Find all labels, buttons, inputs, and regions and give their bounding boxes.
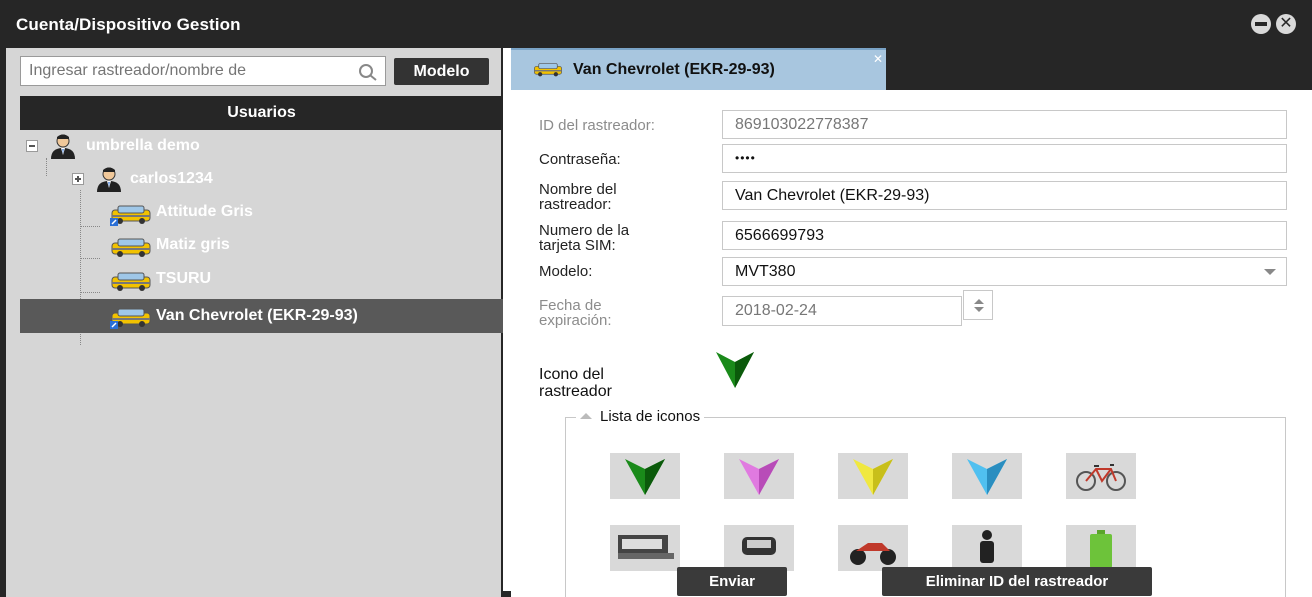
minimize-icon[interactable]	[1251, 14, 1271, 34]
green-arrow-icon[interactable]	[610, 453, 680, 499]
icon-list-legend[interactable]: Lista de iconos	[576, 408, 705, 426]
van-icon	[111, 272, 151, 291]
label-line: Icono del	[539, 366, 604, 383]
tree-item-van-chevrolet[interactable]: Van Chevrolet (EKR-29-93)	[20, 299, 503, 333]
blue-arrow-icon[interactable]	[952, 453, 1022, 499]
tab-van-chevrolet[interactable]: Van Chevrolet (EKR-29-93) ✕	[511, 48, 886, 90]
model-label: Modelo:	[539, 263, 593, 280]
close-tab-icon[interactable]: ✕	[873, 52, 883, 66]
chevron-down-icon[interactable]	[974, 307, 984, 312]
device-form: ID del rastreador: 869103022778387 Contr…	[511, 90, 1312, 597]
van-icon	[534, 63, 562, 77]
model-selected-value: MVT380	[735, 263, 796, 280]
legend-label: Lista de iconos	[600, 408, 701, 425]
tracker-id-field: 869103022778387	[722, 110, 1287, 139]
label-line: rastreador	[539, 383, 612, 400]
password-field[interactable]: ••••	[722, 144, 1287, 173]
user-icon	[97, 167, 121, 192]
model-select[interactable]: MVT380	[722, 257, 1287, 286]
collapse-icon	[580, 413, 592, 419]
pink-arrow-icon[interactable]	[724, 453, 794, 499]
motorcycle-icon[interactable]	[838, 525, 908, 571]
device-details-panel: Van Chevrolet (EKR-29-93) ✕ ID del rastr…	[511, 48, 1312, 597]
tree-item-umbrella-demo[interactable]: umbrella demo	[20, 130, 503, 162]
person-icon[interactable]	[952, 525, 1022, 571]
bicycle-icon	[1076, 464, 1126, 491]
tree-item-label: Attitude Gris	[156, 203, 253, 220]
car-icon	[742, 537, 776, 555]
window-title: Cuenta/Dispositivo Gestion	[16, 15, 241, 34]
motorcycle-icon	[850, 543, 896, 565]
tree-item-attitude-gris[interactable]: Attitude Gris	[20, 196, 503, 228]
tab-strip: Van Chevrolet (EKR-29-93) ✕	[511, 48, 1312, 90]
battery-icon[interactable]	[1066, 525, 1136, 571]
sim-number-field[interactable]: 6566699793	[722, 221, 1287, 250]
label-line: expiración:	[539, 312, 612, 329]
delete-tracker-button[interactable]: Eliminar ID del rastreador	[882, 567, 1152, 596]
expand-icon[interactable]	[72, 173, 84, 185]
account-device-window: Cuenta/Dispositivo Gestion ✕ Modelo Usua…	[0, 0, 1312, 597]
search-input[interactable]	[21, 57, 351, 85]
expiry-date-label: Fecha de expiración:	[539, 298, 612, 328]
van-icon	[110, 308, 151, 329]
truck-icon	[618, 535, 674, 559]
yellow-arrow-icon	[853, 459, 893, 495]
chevron-down-icon	[1264, 269, 1276, 275]
title-bar: Cuenta/Dispositivo Gestion ✕	[6, 0, 1306, 48]
car-icon[interactable]	[724, 525, 794, 571]
sim-number-label: Numero de la tarjeta SIM:	[539, 223, 629, 253]
expiry-date-field[interactable]: 2018-02-24	[722, 296, 962, 326]
model-button[interactable]: Modelo	[394, 58, 489, 85]
date-spinner[interactable]	[963, 290, 993, 320]
selected-green-arrow-icon	[716, 352, 754, 388]
search-icon[interactable]	[357, 62, 379, 82]
blue-arrow-icon	[967, 459, 1007, 495]
pink-arrow-icon	[739, 459, 779, 495]
van-icon	[111, 238, 151, 257]
search-box	[20, 56, 386, 86]
tree-item-label: TSURU	[156, 270, 212, 287]
person-icon	[980, 530, 994, 563]
tracker-name-field[interactable]: Van Chevrolet (EKR-29-93)	[722, 181, 1287, 210]
tree-item-label: Matiz gris	[156, 236, 230, 253]
password-label: Contraseña:	[539, 151, 621, 168]
yellow-arrow-icon[interactable]	[838, 453, 908, 499]
tree-item-label: umbrella demo	[86, 137, 200, 154]
tree-item-label: carlos1234	[130, 170, 213, 187]
tree-item-matiz-gris[interactable]: Matiz gris	[20, 229, 503, 261]
green-arrow-icon	[625, 459, 665, 495]
tracker-icon-label: Icono del rastreador	[539, 366, 612, 400]
tree-item-tsuru[interactable]: TSURU	[20, 263, 503, 295]
tracker-id-label: ID del rastreador:	[539, 117, 655, 134]
label-line: tarjeta SIM:	[539, 237, 616, 254]
submit-button[interactable]: Enviar	[677, 567, 787, 596]
battery-icon	[1090, 530, 1112, 568]
user-icon	[51, 134, 75, 159]
chevron-up-icon[interactable]	[974, 299, 984, 304]
collapse-icon[interactable]	[26, 140, 38, 152]
tab-label: Van Chevrolet (EKR-29-93)	[573, 61, 775, 78]
users-header: Usuarios	[20, 96, 503, 130]
close-icon[interactable]: ✕	[1276, 14, 1296, 34]
tree-item-carlos1234[interactable]: carlos1234	[20, 163, 503, 195]
sidebar: Modelo Usuarios umbrella demo	[6, 48, 503, 597]
tracker-name-label: Nombre del rastreador:	[539, 182, 617, 212]
van-icon	[110, 205, 151, 226]
tree-item-label: Van Chevrolet (EKR-29-93)	[156, 307, 358, 324]
bicycle-icon[interactable]	[1066, 453, 1136, 499]
label-line: rastreador:	[539, 196, 612, 213]
truck-icon[interactable]	[610, 525, 680, 571]
user-tree: umbrella demo carlos1234 Attitude Gris M…	[20, 130, 503, 597]
